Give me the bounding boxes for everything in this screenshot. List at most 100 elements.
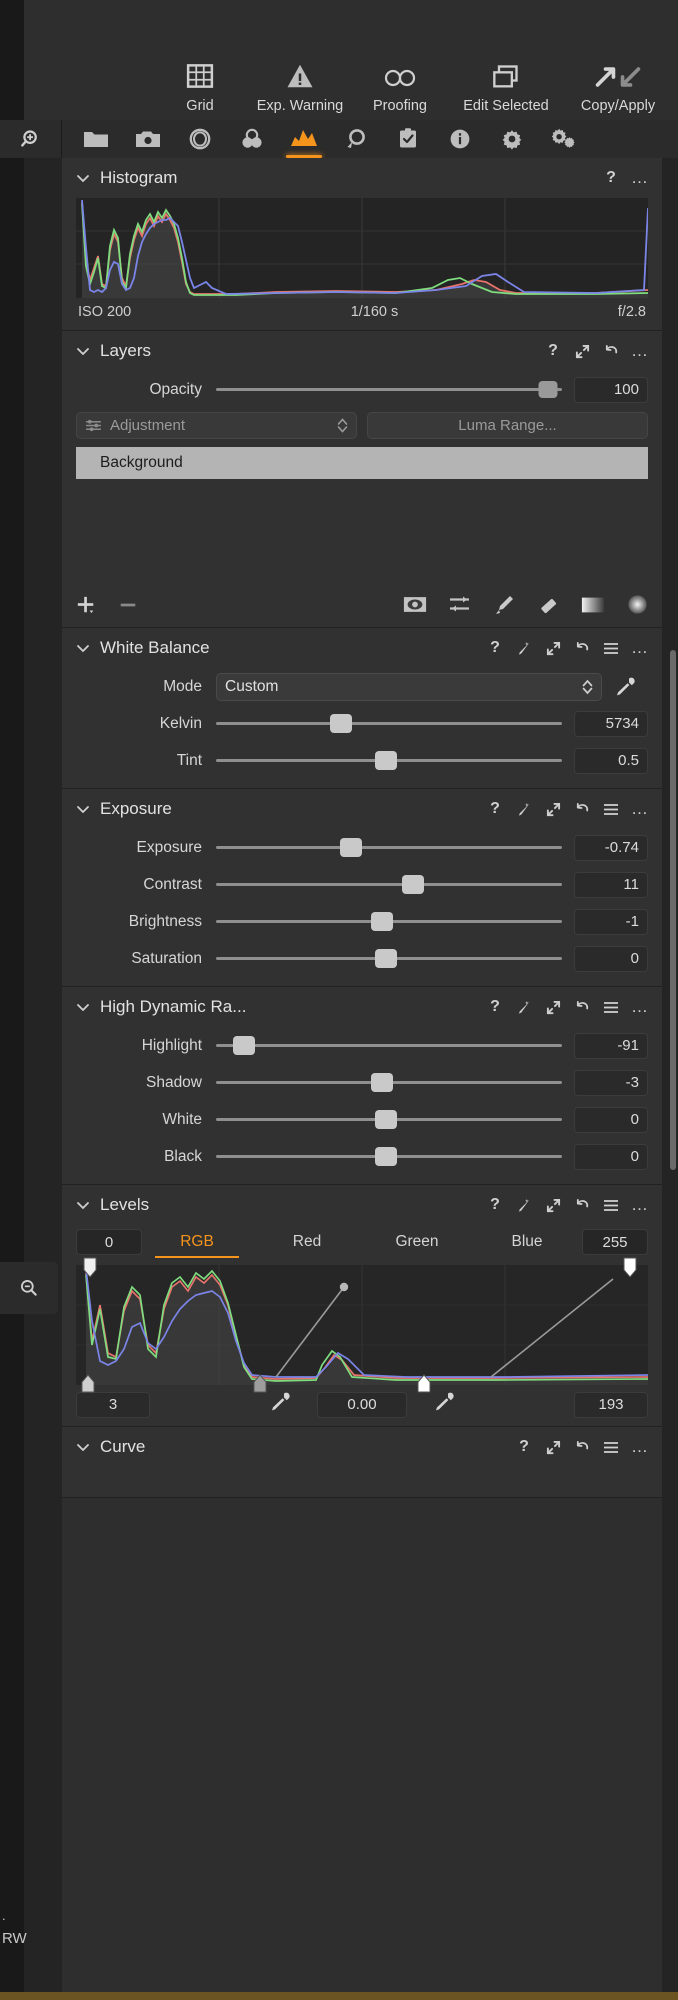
tint-value[interactable]: 0.5 [574, 747, 648, 774]
eye-icon[interactable] [403, 595, 427, 619]
help-icon[interactable]: ? [487, 800, 503, 817]
presets-menu-icon[interactable] [603, 640, 619, 656]
help-icon[interactable]: ? [487, 639, 503, 656]
contrast-slider-knob[interactable] [402, 875, 425, 894]
stepper-icon[interactable] [337, 418, 348, 433]
tab-lens[interactable] [174, 120, 226, 158]
black-slider[interactable] [216, 1147, 562, 1166]
saturation-slider[interactable] [216, 949, 562, 968]
input-min-value[interactable]: 0 [76, 1229, 142, 1255]
presets-menu-icon[interactable] [603, 1197, 619, 1213]
toolbar-button-grid[interactable]: Grid [150, 57, 250, 114]
levels-graph[interactable] [76, 1257, 649, 1393]
expand-icon[interactable] [545, 999, 561, 1015]
add-layer-icon[interactable] [76, 595, 96, 620]
exposure-header[interactable]: Exposure ? … [62, 789, 662, 829]
more-options-icon[interactable]: … [631, 998, 648, 1015]
highlight-value[interactable]: -91 [574, 1032, 648, 1059]
help-icon[interactable]: ? [545, 342, 561, 359]
expand-icon[interactable] [545, 1197, 561, 1213]
chevron-down-icon[interactable] [76, 171, 90, 185]
saturation-slider-knob[interactable] [374, 949, 397, 968]
white-balance-header[interactable]: White Balance ? … [62, 628, 662, 668]
tab-rgb[interactable]: RGB [142, 1229, 252, 1258]
gradient-icon[interactable] [581, 595, 605, 620]
eraser-icon[interactable] [537, 594, 559, 621]
gamma-value[interactable]: 0.00 [317, 1391, 407, 1418]
levels-output-white-handle[interactable] [416, 1374, 432, 1394]
help-icon[interactable]: ? [516, 1438, 532, 1455]
tab-batch[interactable] [538, 120, 590, 158]
levels-input-white-handle[interactable] [622, 1257, 638, 1279]
wb-mode-select[interactable]: Custom [216, 672, 602, 701]
chevron-down-icon[interactable] [76, 344, 90, 358]
chevron-down-icon[interactable] [76, 641, 90, 655]
help-icon[interactable]: ? [603, 169, 619, 186]
layer-type-dropdown[interactable]: Adjustment [76, 412, 357, 439]
sliders-icon[interactable] [449, 595, 471, 619]
highlight-slider[interactable] [216, 1036, 562, 1055]
toolbar-button-copy-apply[interactable]: Copy/Apply [562, 57, 674, 114]
presets-menu-icon[interactable] [603, 1439, 619, 1455]
tab-capture[interactable] [122, 120, 174, 158]
toolbar-button-edit-selected[interactable]: Edit Selected [450, 57, 562, 114]
chevron-down-icon[interactable] [76, 1000, 90, 1014]
input-max-value[interactable]: 255 [582, 1229, 648, 1255]
auto-adjust-wand-icon[interactable] [516, 1197, 532, 1213]
list-item[interactable]: Background [76, 447, 648, 479]
kelvin-value[interactable]: 5734 [574, 710, 648, 737]
opacity-slider-knob[interactable] [538, 381, 558, 398]
opacity-value[interactable]: 100 [574, 376, 648, 403]
hdr-header[interactable]: High Dynamic Ra... ? … [62, 987, 662, 1027]
chevron-updown-icon[interactable] [582, 679, 593, 695]
more-options-icon[interactable]: … [631, 1438, 648, 1455]
help-icon[interactable]: ? [487, 1196, 503, 1213]
toolbar-button-proofing[interactable]: Proofing [350, 57, 450, 114]
auto-adjust-wand-icon[interactable] [516, 999, 532, 1015]
saturation-value[interactable]: 0 [574, 945, 648, 972]
output-max-value[interactable]: 193 [574, 1391, 648, 1418]
tab-library[interactable] [70, 120, 122, 158]
reset-icon[interactable] [574, 999, 590, 1015]
black-slider-knob[interactable] [374, 1147, 397, 1166]
reset-icon[interactable] [574, 1197, 590, 1213]
auto-adjust-wand-icon[interactable] [516, 640, 532, 656]
levels-header[interactable]: Levels ? … [62, 1185, 662, 1225]
levels-black-picker[interactable] [269, 1391, 291, 1418]
expand-icon[interactable] [545, 1439, 561, 1455]
presets-menu-icon[interactable] [603, 999, 619, 1015]
reset-icon[interactable] [603, 343, 619, 359]
more-options-icon[interactable]: … [631, 169, 648, 186]
luma-range-button[interactable]: Luma Range... [367, 412, 648, 439]
shadow-slider[interactable] [216, 1073, 562, 1092]
shadow-slider-knob[interactable] [371, 1073, 394, 1092]
layers-header[interactable]: Layers ? … [62, 331, 662, 371]
zoom-in-button[interactable] [0, 120, 62, 158]
tab-red[interactable]: Red [252, 1229, 362, 1255]
more-options-icon[interactable]: … [631, 342, 648, 359]
levels-output-black-handle[interactable] [80, 1374, 96, 1394]
histogram-header[interactable]: Histogram ? … [62, 158, 662, 198]
contrast-slider[interactable] [216, 875, 562, 894]
radial-gradient-icon[interactable] [627, 594, 648, 620]
exposure-slider-knob[interactable] [339, 838, 362, 857]
levels-output-mid-handle[interactable] [252, 1374, 268, 1394]
tab-green[interactable]: Green [362, 1229, 472, 1255]
brightness-slider-knob[interactable] [371, 912, 394, 931]
histogram-graph[interactable] [76, 198, 649, 298]
kelvin-slider-knob[interactable] [329, 714, 352, 733]
tab-adjustments[interactable] [382, 120, 434, 158]
expand-icon[interactable] [545, 640, 561, 656]
exposure-value[interactable]: -0.74 [574, 834, 648, 861]
reset-icon[interactable] [574, 1439, 590, 1455]
chevron-down-icon[interactable] [76, 1440, 90, 1454]
brightness-slider[interactable] [216, 912, 562, 931]
tab-exposure[interactable] [278, 120, 330, 158]
tab-output[interactable] [486, 120, 538, 158]
rail-zoom-out-button[interactable] [0, 1262, 58, 1314]
brightness-value[interactable]: -1 [574, 908, 648, 935]
highlight-slider-knob[interactable] [232, 1036, 255, 1055]
tint-slider[interactable] [216, 751, 562, 770]
brush-icon[interactable] [493, 594, 515, 621]
chevron-down-icon[interactable] [76, 1198, 90, 1212]
